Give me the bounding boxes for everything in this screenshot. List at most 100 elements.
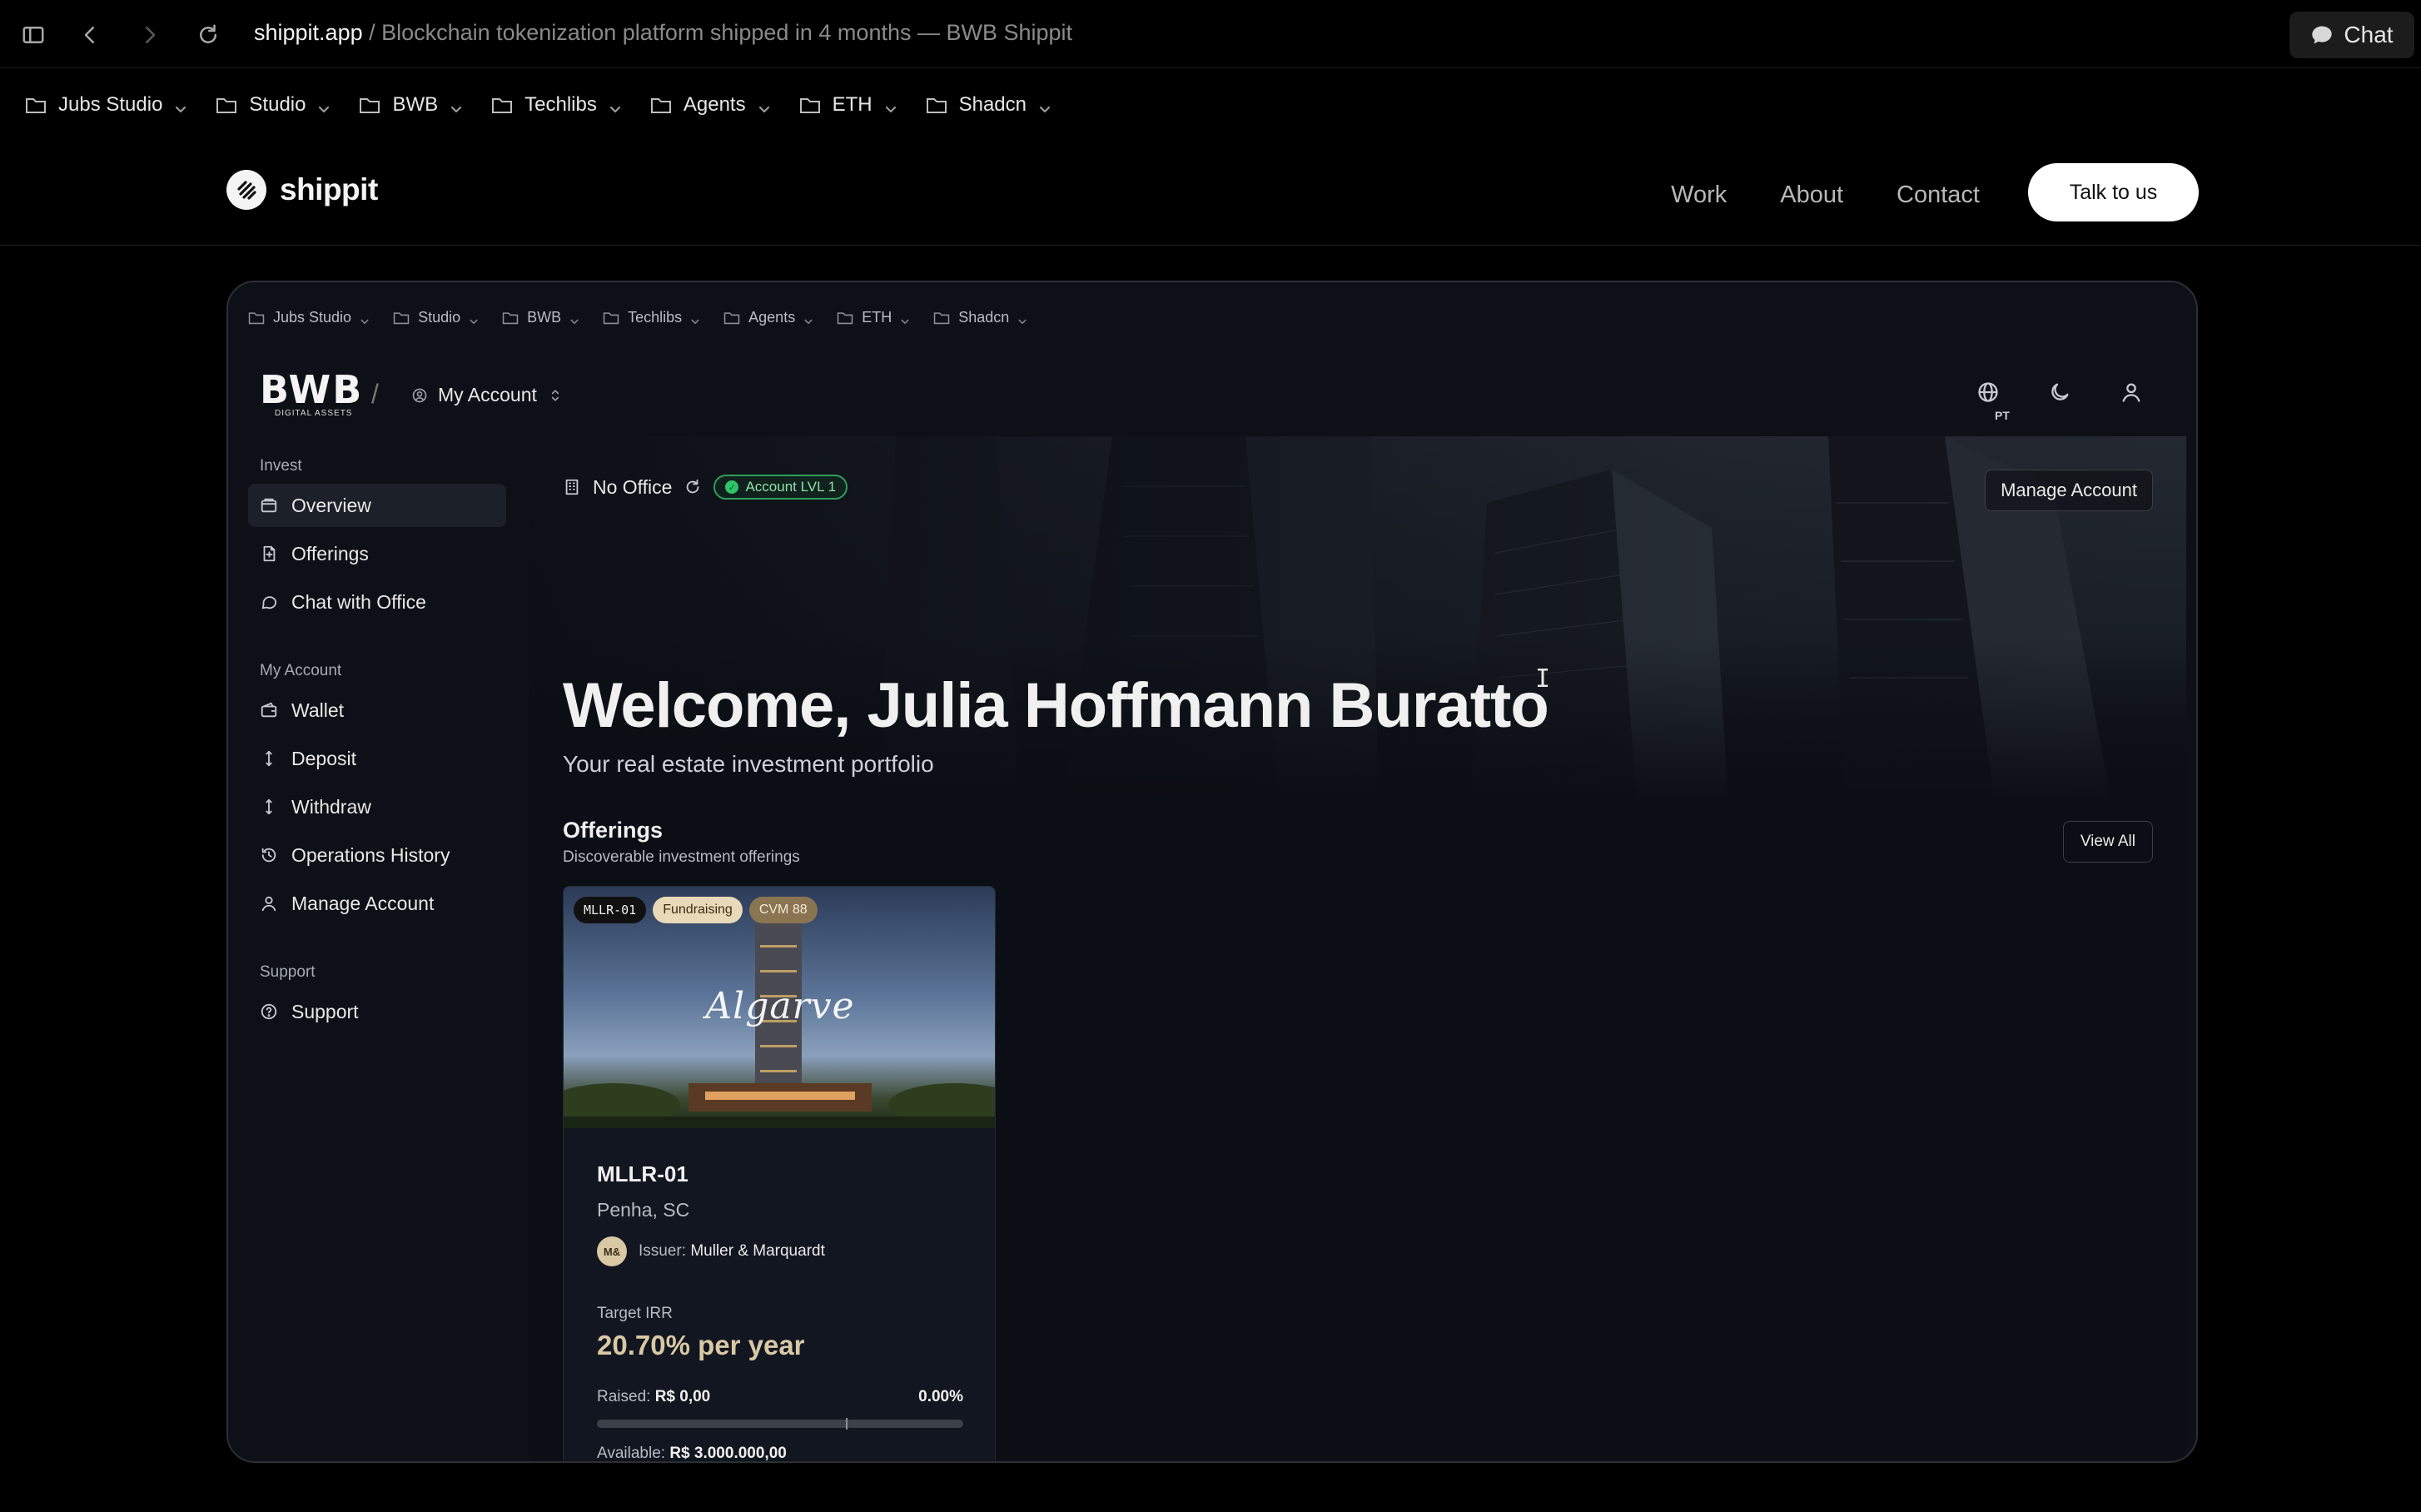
tag-code: MLLR-01: [574, 897, 647, 923]
bookmark-label: Agents: [683, 93, 746, 116]
sidebar-item-withdraw[interactable]: Withdraw: [248, 785, 506, 828]
funding-progress-marker: [846, 1418, 848, 1430]
app-bookmark-jubs-studio[interactable]: Jubs Studio: [248, 309, 370, 326]
back-icon[interactable]: [73, 18, 107, 52]
nav-work[interactable]: Work: [1671, 182, 1727, 209]
language-button[interactable]: PT: [1976, 380, 2010, 422]
folder-icon: [837, 311, 853, 325]
offering-tags: MLLR-01 Fundraising CVM 88: [574, 897, 818, 923]
bwb-logo-text: BWB: [260, 367, 364, 412]
folder-icon: [216, 96, 237, 114]
offerings-title: Offerings: [563, 818, 664, 843]
app-bookmark-bwb[interactable]: BWB: [502, 309, 579, 326]
bwb-logo[interactable]: BWB DIGITAL ASSETS: [260, 367, 364, 418]
available-row: Available: R$ 3.000.000,00: [597, 1445, 963, 1460]
bookmark-label: Agents: [748, 309, 796, 326]
sidebar-item-label: Offerings: [291, 542, 369, 565]
folder-icon: [799, 96, 821, 114]
chat-icon: [261, 596, 277, 609]
manage-account-button[interactable]: Manage Account: [1985, 470, 2153, 511]
user-circle-icon: [412, 388, 427, 402]
sidebar-item-overview[interactable]: Overview: [248, 484, 506, 527]
sidebar-item-offerings[interactable]: Offerings: [248, 532, 506, 575]
chevron-down-icon: [450, 98, 463, 113]
app-bookmark-studio[interactable]: Studio: [393, 309, 479, 326]
arrow-up-down-icon: [266, 750, 272, 767]
moon-icon: [2051, 383, 2069, 400]
shippit-logo[interactable]: shippit: [226, 170, 378, 210]
user-icon: [261, 896, 276, 912]
app-screenshot-frame: Jubs Studio Studio BWB Techlibs Agents E…: [226, 281, 2198, 1463]
app-sidebar: Invest Overview Offerings Chat with Offi…: [248, 457, 506, 1038]
sidebar-item-wallet[interactable]: Wallet: [248, 689, 506, 732]
breadcrumb-separator: /: [371, 379, 379, 409]
profile-button[interactable]: [2120, 380, 2146, 407]
sidebar-item-label: Deposit: [291, 747, 356, 769]
bookmark-folder-shadcn[interactable]: Shadcn: [926, 93, 1051, 117]
welcome-heading: Welcome, Julia Hoffmann Buratto: [563, 670, 1549, 741]
bookmark-folder-bwb[interactable]: BWB: [359, 93, 463, 117]
bookmark-label: BWB: [392, 93, 439, 116]
sidebar-item-deposit[interactable]: Deposit: [248, 737, 506, 780]
sidebar-item-label: Manage Account: [291, 892, 435, 914]
offerings-subtitle: Discoverable investment offerings: [563, 848, 800, 866]
chevron-down-icon: [317, 98, 331, 113]
bookmark-label: Shadcn: [958, 93, 1027, 116]
sidebar-item-label: Wallet: [291, 699, 345, 721]
raised-percent: 0.00%: [918, 1388, 963, 1405]
account-level-label: Account LVL 1: [745, 479, 837, 495]
chevron-down-icon: [174, 98, 187, 113]
sidebar-item-operations-history[interactable]: Operations History: [248, 833, 506, 877]
refresh-icon[interactable]: [684, 478, 702, 496]
raised-value: R$ 0,00: [654, 1388, 711, 1405]
forward-icon[interactable]: [133, 18, 167, 52]
bookmark-folder-eth[interactable]: ETH: [799, 93, 897, 117]
chat-button-label: Chat: [2344, 22, 2394, 47]
app-bookmark-techlibs[interactable]: Techlibs: [603, 309, 700, 326]
bookmark-label: ETH: [832, 93, 872, 116]
address-bar[interactable]: shippit.app / Blockchain tokenization pl…: [254, 20, 1072, 46]
irr-label: Target IRR: [597, 1305, 673, 1322]
bookmarks-bar: Jubs Studio Studio BWB Techlibs Agents E…: [0, 83, 1080, 127]
view-all-button[interactable]: View All: [2062, 821, 2153, 863]
bookmark-folder-techlibs[interactable]: Techlibs: [491, 93, 622, 117]
arrow-up-down-icon: [266, 798, 272, 815]
help-circle-icon: [261, 1003, 277, 1020]
nav-contact[interactable]: Contact: [1897, 182, 1980, 209]
issuer-name: Muller & Marquardt: [690, 1242, 825, 1260]
folder-icon: [248, 311, 265, 325]
sidebar-item-support[interactable]: Support: [248, 990, 506, 1033]
chevron-down-icon: [884, 98, 897, 113]
tag-status: Fundraising: [653, 897, 743, 923]
offering-card[interactable]: Algarve MLLR-01 Fundraising CVM 88 MLLR-…: [563, 886, 996, 1460]
talk-to-us-button[interactable]: Talk to us: [2028, 163, 2199, 221]
site-header: shippit Work About Contact Talk to us: [0, 142, 2421, 246]
account-switcher-label: My Account: [438, 384, 537, 405]
bookmark-label: Techlibs: [628, 309, 683, 326]
wallet-card-icon: [261, 498, 277, 513]
nav-about[interactable]: About: [1780, 182, 1843, 209]
hero-banner: No Office ✓ Account LVL 1 Manage Account…: [529, 436, 2186, 803]
raised-row: Raised: R$ 0,00 0.00%: [597, 1388, 963, 1406]
bookmark-folder-jubs-studio[interactable]: Jubs Studio: [25, 93, 187, 117]
bookmark-folder-studio[interactable]: Studio: [216, 93, 331, 117]
bookmark-folder-agents[interactable]: Agents: [650, 93, 771, 117]
app-bookmark-eth[interactable]: ETH: [837, 309, 910, 326]
sidebar-item-chat-with-office[interactable]: Chat with Office: [248, 580, 506, 624]
reload-icon[interactable]: [191, 18, 225, 52]
folder-icon: [650, 96, 672, 114]
browser-toolbar: shippit.app / Blockchain tokenization pl…: [0, 0, 2421, 68]
history-icon: [261, 848, 276, 863]
sidebar-item-label: Withdraw: [291, 795, 371, 818]
theme-toggle[interactable]: [2048, 380, 2075, 407]
bookmark-label: Studio: [249, 93, 306, 116]
folder-icon: [502, 311, 519, 325]
address-path: / Blockchain tokenization platform shipp…: [362, 20, 1073, 45]
bookmark-label: Jubs Studio: [58, 93, 163, 116]
account-switcher[interactable]: My Account: [411, 384, 564, 406]
app-bookmark-agents[interactable]: Agents: [723, 309, 813, 326]
sidebar-toggle-icon[interactable]: [17, 18, 50, 52]
sidebar-item-manage-account[interactable]: Manage Account: [248, 882, 506, 925]
chat-button[interactable]: Chat: [2289, 12, 2414, 58]
app-bookmark-shadcn[interactable]: Shadcn: [933, 309, 1027, 326]
